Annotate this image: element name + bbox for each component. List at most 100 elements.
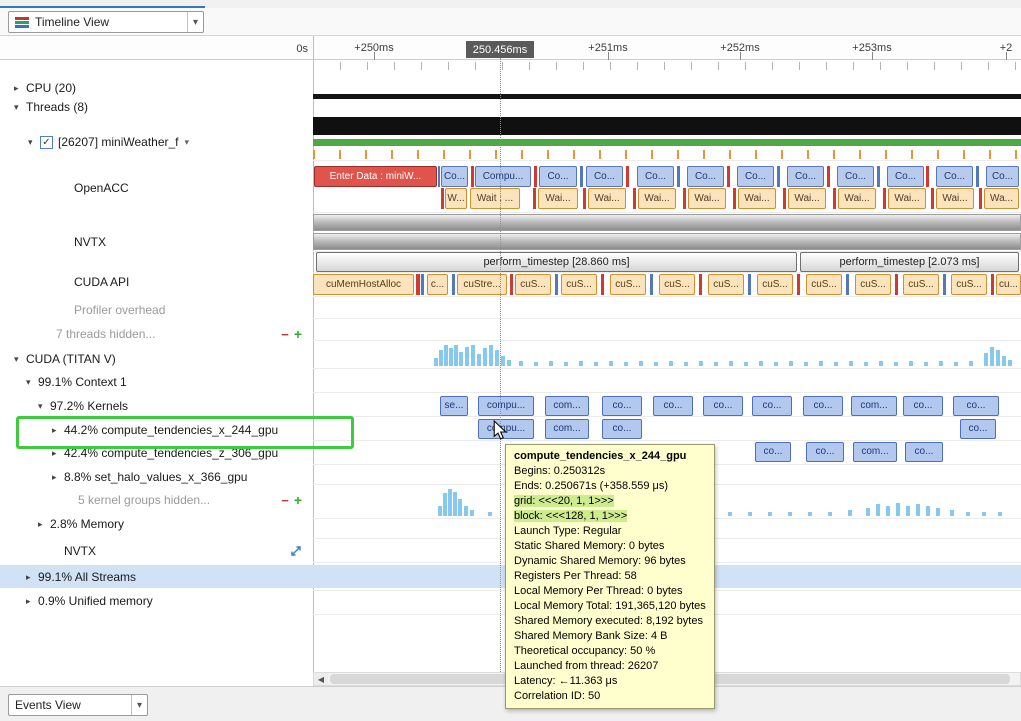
memory-activity-bar[interactable] <box>774 362 778 366</box>
openacc-event[interactable]: Co... <box>986 166 1019 187</box>
openacc-event[interactable]: Co... <box>787 166 824 187</box>
sidebar-row[interactable]: ▸CPU (20) <box>0 78 312 98</box>
kernel-event[interactable]: co... <box>806 442 844 462</box>
memory-activity-bar[interactable] <box>879 361 883 366</box>
cuda-api-call-sliver[interactable] <box>416 274 420 295</box>
openacc-wait-event-sliver[interactable] <box>733 188 736 209</box>
openacc-wait-event[interactable]: Wai... <box>538 188 578 209</box>
memory-activity-bar[interactable] <box>483 348 487 366</box>
cuda-api-call-sliver[interactable] <box>797 274 800 295</box>
openacc-event-sliver[interactable] <box>471 166 474 187</box>
cuda-api-call-sliver[interactable] <box>748 274 751 295</box>
memory-activity-bar[interactable] <box>549 361 553 366</box>
openacc-wait-event[interactable]: Wai... <box>788 188 826 209</box>
tree-collapsed-icon[interactable]: ▸ <box>14 83 26 94</box>
kernel-event[interactable]: com... <box>545 419 589 439</box>
memory-activity-bar[interactable] <box>864 362 868 366</box>
openacc-wait-event[interactable]: Wai... <box>888 188 926 209</box>
memory-activity-bar[interactable] <box>939 361 943 366</box>
openacc-event-sliver[interactable] <box>877 166 880 187</box>
unhide-add-button[interactable]: + <box>294 493 302 507</box>
openacc-event[interactable]: Co... <box>441 166 468 187</box>
openacc-wait-event[interactable]: W... <box>445 188 467 209</box>
memory-activity-bar[interactable] <box>434 358 438 366</box>
openacc-event[interactable]: Co... <box>837 166 874 187</box>
sidebar-row[interactable]: ▸8.8% set_halo_values_x_366_gpu <box>0 467 312 487</box>
sidebar-row[interactable]: ▸0.9% Unified memory <box>0 591 312 611</box>
tree-expanded-icon[interactable]: ▾ <box>14 354 26 365</box>
openacc-wait-event[interactable]: Wai... <box>688 188 726 209</box>
memory-activity-bar[interactable] <box>886 506 890 516</box>
memory-activity-bar[interactable] <box>990 347 994 366</box>
memory-activity-bar[interactable] <box>966 512 970 516</box>
memory-activity-bar[interactable] <box>470 510 474 516</box>
kernel-event[interactable]: se... <box>440 396 468 416</box>
memory-activity-bar[interactable] <box>729 361 733 366</box>
memory-activity-bar[interactable] <box>848 510 852 516</box>
memory-activity-bar[interactable] <box>501 356 505 366</box>
memory-activity-bar[interactable] <box>714 362 718 366</box>
cuda-api-call-sliver[interactable] <box>846 274 849 295</box>
scrollbar-left-arrow[interactable]: ◀ <box>314 673 328 685</box>
memory-activity-bar[interactable] <box>439 350 443 366</box>
cuda-api-call[interactable]: cuS... <box>708 274 744 295</box>
openacc-wait-event-sliver[interactable] <box>633 188 636 209</box>
memory-activity-bar[interactable] <box>471 345 475 366</box>
tree-collapsed-icon[interactable]: ▸ <box>38 519 50 530</box>
sidebar-row[interactable]: 5 kernel groups hidden...−+ <box>0 490 312 510</box>
memory-activity-bar[interactable] <box>866 508 870 516</box>
memory-activity-bar[interactable] <box>834 362 838 366</box>
memory-activity-bar[interactable] <box>759 361 763 366</box>
tree-collapsed-icon[interactable]: ▸ <box>52 448 64 459</box>
memory-activity-bar[interactable] <box>982 512 986 516</box>
cuda-api-call-sliver[interactable] <box>895 274 898 295</box>
tree-collapsed-icon[interactable]: ▸ <box>26 572 38 583</box>
kernel-event[interactable]: co... <box>903 396 943 416</box>
openacc-event-sliver[interactable] <box>677 166 680 187</box>
kernel-event[interactable]: compu... <box>478 396 534 416</box>
memory-activity-bar[interactable] <box>954 362 958 366</box>
sidebar-row[interactable]: CUDA API <box>0 272 312 292</box>
memory-activity-bar[interactable] <box>477 354 481 366</box>
openacc-wait-event-sliver[interactable] <box>683 188 686 209</box>
memory-activity-bar[interactable] <box>969 361 973 366</box>
memory-activity-bar[interactable] <box>788 512 792 516</box>
openacc-wait-event[interactable]: Wai... <box>588 188 626 209</box>
cuda-api-call[interactable]: c... <box>427 274 448 295</box>
cuda-api-call[interactable]: cuS... <box>515 274 551 295</box>
sidebar-row[interactable]: NVTX <box>0 232 312 252</box>
memory-activity-bar[interactable] <box>454 345 458 366</box>
memory-activity-bar[interactable] <box>894 362 898 366</box>
openacc-wait-event-sliver[interactable] <box>883 188 886 209</box>
tree-expanded-icon[interactable]: ▾ <box>38 401 50 412</box>
memory-activity-bar[interactable] <box>444 345 448 366</box>
sidebar-row[interactable]: ▾97.2% Kernels <box>0 396 312 416</box>
tree-expanded-icon[interactable]: ▾ <box>14 102 26 113</box>
openacc-event[interactable]: Co... <box>539 166 577 187</box>
row-options-chevron-icon[interactable]: ▾ <box>185 137 190 148</box>
openacc-wait-event-sliver[interactable] <box>583 188 586 209</box>
memory-activity-bar[interactable] <box>639 361 643 366</box>
openacc-event-sliver[interactable] <box>626 166 629 187</box>
openacc-event-sliver[interactable] <box>976 166 979 187</box>
openacc-wait-event[interactable]: Wai... <box>936 188 974 209</box>
sidebar-row[interactable]: ▾Threads (8) <box>0 97 312 117</box>
memory-activity-bar[interactable] <box>449 348 453 366</box>
memory-activity-bar[interactable] <box>654 362 658 366</box>
openacc-wait-event[interactable]: Wai... <box>638 188 676 209</box>
memory-activity-bar[interactable] <box>936 508 940 516</box>
memory-activity-bar[interactable] <box>443 493 447 516</box>
openacc-wait-event[interactable]: Wa... <box>984 188 1019 209</box>
memory-activity-bar[interactable] <box>534 362 538 366</box>
memory-activity-bar[interactable] <box>998 512 1002 516</box>
memory-activity-bar[interactable] <box>489 345 493 366</box>
memory-activity-bar[interactable] <box>564 362 568 366</box>
cuda-api-call-sliver[interactable] <box>452 274 455 295</box>
cuda-api-call-sliver[interactable] <box>421 274 424 295</box>
tree-collapsed-icon[interactable]: ▸ <box>52 472 64 483</box>
sidebar-row[interactable]: ▾✓[26207] miniWeather_f▾ <box>0 132 312 152</box>
openacc-event-sliver[interactable] <box>926 166 929 187</box>
sidebar-row[interactable]: ▾CUDA (TITAN V) <box>0 349 312 369</box>
memory-activity-bar[interactable] <box>458 499 462 516</box>
memory-activity-bar[interactable] <box>808 512 812 516</box>
